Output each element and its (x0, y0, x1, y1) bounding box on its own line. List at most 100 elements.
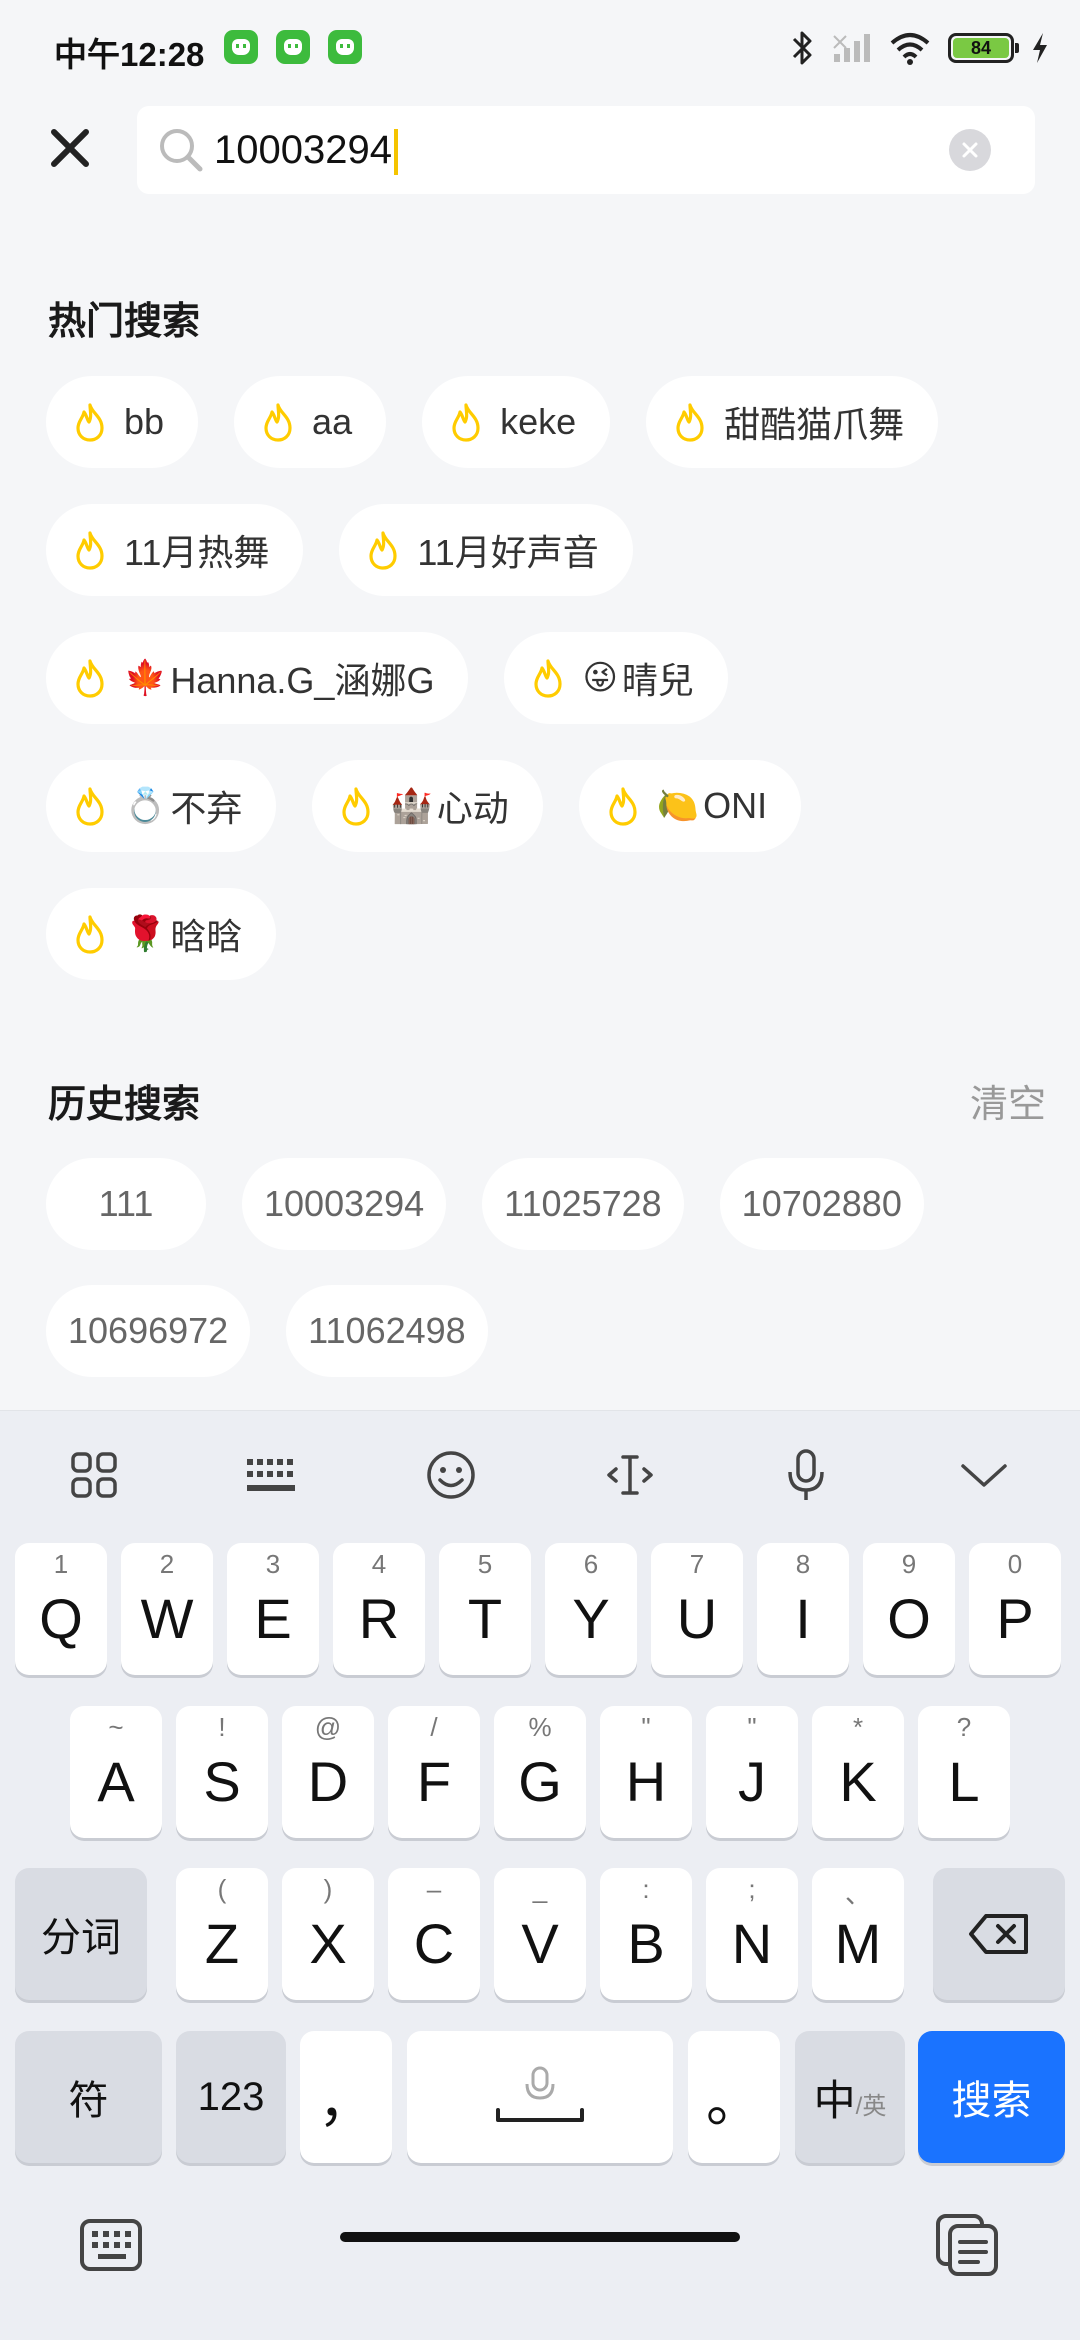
flame-icon (76, 787, 104, 826)
key-r[interactable]: 4R (333, 1543, 425, 1675)
hot-search-chip[interactable]: keke (422, 376, 611, 468)
switch-keyboard-icon[interactable] (76, 2210, 146, 2280)
hot-search-chip[interactable]: 11月好声音 (339, 504, 633, 596)
key-label: R (358, 1586, 400, 1650)
key-d[interactable]: @ D (282, 1706, 374, 1838)
key-q[interactable]: 1Q (15, 1543, 107, 1675)
text-caret (393, 129, 398, 176)
search-key[interactable]: 搜索 (918, 2031, 1065, 2163)
flame-icon (76, 531, 104, 570)
chip-label: 11月好声音 (417, 532, 599, 573)
hot-search-chip[interactable]: 🍁 Hanna.G_涵娜G (46, 632, 469, 724)
key-label: X (309, 1911, 347, 1975)
history-chip[interactable]: 11025728 (482, 1158, 684, 1250)
clear-history-button[interactable]: 清空 (970, 1073, 1046, 1128)
key-label: N (731, 1911, 773, 1975)
key-g[interactable]: % G (494, 1706, 586, 1838)
emoji-icon[interactable] (421, 1445, 481, 1505)
key-z[interactable]: (Z (176, 1868, 268, 2000)
hot-search-chip[interactable]: 🌹 晗晗 (46, 888, 277, 980)
key-n[interactable]: ; N (706, 1868, 798, 2000)
space-key[interactable] (407, 2031, 673, 2163)
history-chip[interactable]: 111 (46, 1158, 206, 1250)
key-hint: 7 (689, 1549, 705, 1579)
segment-key[interactable]: 分词 (15, 1868, 147, 2000)
wifi-icon (890, 33, 930, 65)
key-i[interactable]: 8I (757, 1543, 849, 1675)
key-h[interactable]: " H (600, 1706, 692, 1838)
flame-icon (452, 403, 480, 442)
key-l[interactable]: ? L (918, 1706, 1010, 1838)
backspace-key[interactable] (933, 1868, 1065, 2000)
key-label: W (140, 1586, 194, 1650)
key-p[interactable]: 0P (969, 1543, 1061, 1675)
language-switch-key[interactable]: 中/英 (795, 2031, 905, 2163)
hot-search-chip[interactable]: 🍋 ONI (578, 760, 802, 852)
keyboard-layout-icon[interactable] (242, 1445, 302, 1505)
hot-search-chip[interactable]: 甜酷猫爪舞 (646, 376, 939, 468)
lang-main-label: 中 (813, 2076, 856, 2124)
status-time: 中午12:28 (54, 36, 205, 73)
home-indicator[interactable] (340, 2232, 740, 2242)
hot-search-chip[interactable]: 💍 不弃 (46, 760, 277, 852)
key-t[interactable]: 5T (439, 1543, 531, 1675)
hot-search-chip[interactable]: aa (234, 376, 387, 468)
key-s[interactable]: ! S (176, 1706, 268, 1838)
key-label: T (467, 1586, 503, 1650)
key-hint: ) (323, 1874, 333, 1904)
period-key[interactable]: 。 (688, 2031, 780, 2163)
clear-icon (962, 142, 978, 158)
key-hint: 2 (159, 1549, 175, 1579)
chip-label: 不弃 (170, 788, 243, 829)
status-app-icons (224, 30, 362, 64)
hot-search-chip[interactable]: 😜 晴兒 (504, 632, 728, 724)
key-hint: ( (217, 1874, 227, 1904)
backspace-icon (969, 1914, 1028, 1954)
hot-search-chip[interactable]: 🏰 心动 (312, 760, 543, 852)
key-o[interactable]: 9O (863, 1543, 955, 1675)
hot-search-chip[interactable]: 11月热舞 (46, 504, 304, 596)
chip-label: aa (312, 401, 353, 442)
search-icon (160, 129, 203, 172)
flame-icon (76, 915, 104, 954)
key-w[interactable]: 2W (121, 1543, 213, 1675)
key-hint: 1 (53, 1549, 69, 1579)
hot-search-chip[interactable]: bb (46, 376, 199, 468)
chip-label: keke (500, 401, 577, 442)
key-f[interactable]: / F (388, 1706, 480, 1838)
history-chip[interactable]: 11062498 (286, 1285, 488, 1377)
lang-sub-label: /英 (855, 2092, 887, 2120)
key-e[interactable]: 3E (227, 1543, 319, 1675)
app-notification-icon (276, 30, 310, 64)
cursor-icon[interactable] (600, 1445, 660, 1505)
flame-icon (342, 787, 370, 826)
key-k[interactable]: * K (812, 1706, 904, 1838)
close-button[interactable] (40, 118, 100, 178)
clipboard-icon[interactable] (932, 2210, 1002, 2280)
apps-grid-icon[interactable] (64, 1445, 124, 1505)
chip-label: 晴兒 (621, 660, 694, 701)
collapse-keyboard-icon[interactable] (954, 1445, 1014, 1505)
key-v[interactable]: _ V (494, 1868, 586, 2000)
symbol-key[interactable]: 符 (15, 2031, 162, 2163)
comma-key[interactable]: ， (300, 2031, 392, 2163)
key-hint: 8 (795, 1549, 811, 1579)
key-label: I (795, 1586, 811, 1650)
history-chip[interactable]: 10696972 (46, 1285, 251, 1377)
key-m[interactable]: 、 M (812, 1868, 904, 2000)
key-label: B (627, 1911, 665, 1975)
key-b[interactable]: :B (600, 1868, 692, 2000)
search-input[interactable]: 10003294 (137, 106, 1035, 194)
history-chip[interactable]: 10702880 (719, 1158, 924, 1250)
key-u[interactable]: 7U (651, 1543, 743, 1675)
number-key[interactable]: 123 (176, 2031, 286, 2163)
history-chip[interactable]: 10003294 (242, 1158, 447, 1250)
clear-input-button[interactable] (949, 129, 991, 171)
key-hint: @ (314, 1712, 342, 1742)
key-y[interactable]: 6Y (545, 1543, 637, 1675)
key-x[interactable]: ) X (282, 1868, 374, 2000)
key-j[interactable]: " J (706, 1706, 798, 1838)
key-c[interactable]: – C (388, 1868, 480, 2000)
microphone-icon[interactable] (776, 1445, 836, 1505)
key-a[interactable]: ~ A (70, 1706, 162, 1838)
